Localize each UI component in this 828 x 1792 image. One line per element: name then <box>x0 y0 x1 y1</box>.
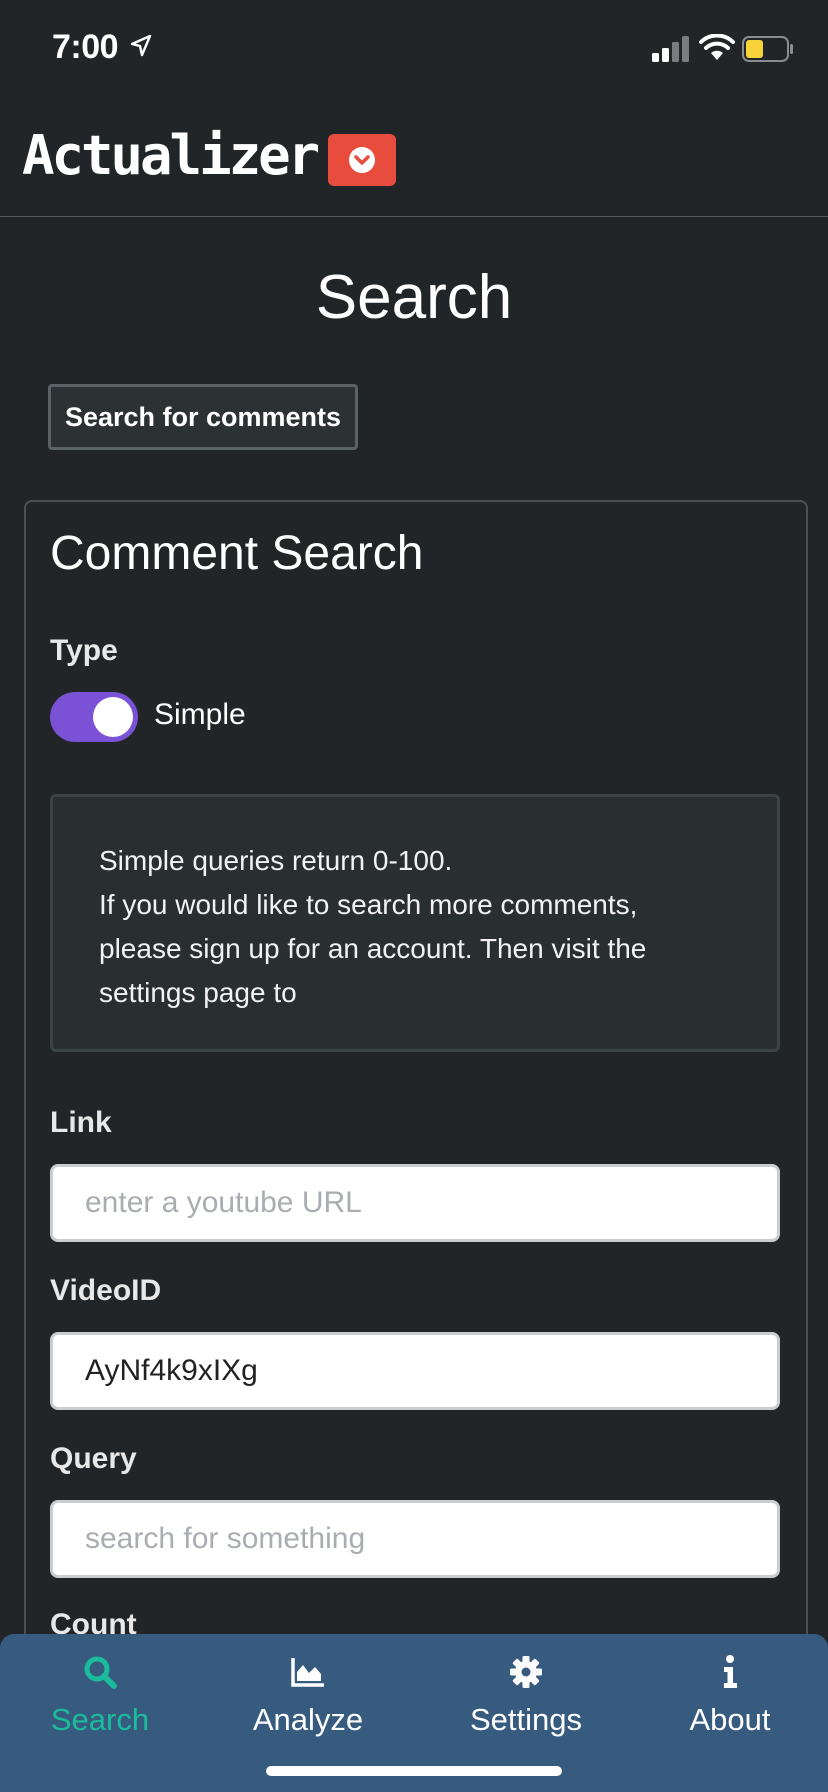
info-line: settings page to <box>99 977 297 1008</box>
type-toggle[interactable] <box>50 692 138 742</box>
app-screen: 7:00 Actualizer Search Search for commen… <box>0 0 828 1792</box>
toggle-knob <box>93 697 133 737</box>
nav-item-about[interactable]: About <box>640 1654 820 1754</box>
status-bar: 7:00 <box>0 0 828 100</box>
search-for-comments-button[interactable]: Search for comments <box>48 384 358 450</box>
status-time: 7:00 <box>52 28 119 66</box>
page-title: Search <box>315 263 513 332</box>
battery-icon <box>742 36 793 62</box>
nav-item-analyze[interactable]: Analyze <box>218 1654 398 1754</box>
gear-icon <box>510 1656 542 1688</box>
nav-item-search[interactable]: Search <box>10 1654 190 1754</box>
nav-label: Analyze <box>252 1702 364 1737</box>
info-line: please sign up for an account. Then visi… <box>99 933 647 964</box>
location-arrow-icon <box>130 34 152 57</box>
home-indicator <box>266 1766 562 1776</box>
nav-item-settings[interactable]: Settings <box>436 1654 616 1754</box>
query-label: Query <box>50 1442 137 1475</box>
comment-search-card <box>24 500 808 1792</box>
area-chart-icon <box>291 1658 324 1687</box>
info-icon <box>724 1655 737 1688</box>
nav-label: About <box>689 1702 771 1737</box>
link-label: Link <box>50 1106 112 1139</box>
card-title: Comment Search <box>50 527 424 580</box>
video-id-label: VideoID <box>50 1274 162 1307</box>
cell-signal-icon <box>652 36 689 62</box>
menu-toggle-button[interactable] <box>328 134 396 186</box>
type-toggle-label: Simple <box>154 698 246 731</box>
info-box: Simple queries return 0-100. If you woul… <box>50 794 780 1052</box>
app-logo[interactable]: Actualizer <box>22 124 320 187</box>
query-input[interactable] <box>50 1500 780 1578</box>
video-id-input[interactable] <box>50 1332 780 1410</box>
app-header: Actualizer <box>0 100 828 217</box>
wifi-icon <box>699 34 735 60</box>
search-icon <box>84 1656 117 1689</box>
nav-label: Settings <box>469 1702 582 1737</box>
nav-label: Search <box>50 1702 150 1737</box>
type-label: Type <box>50 634 118 667</box>
info-line: Simple queries return 0-100. <box>99 845 453 876</box>
link-input[interactable] <box>50 1164 780 1242</box>
info-line: If you would like to search more comment… <box>99 889 638 920</box>
chevron-down-circle-icon <box>349 147 375 173</box>
